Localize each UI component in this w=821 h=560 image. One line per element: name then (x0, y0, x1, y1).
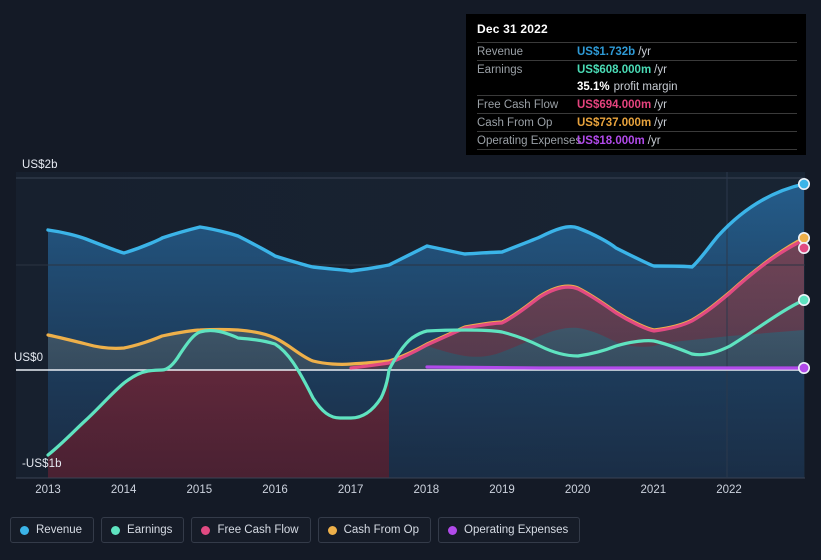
chart-page: US$2b US$0 -US$1b 2013 2014 2015 2016 2017 20… (0, 0, 821, 560)
x-axis-tick-2013: 2013 (35, 484, 61, 496)
tooltip-row-unit: /yr (647, 134, 661, 147)
legend-item-cash-from-op[interactable]: Cash From Op (317, 517, 432, 543)
tooltip-row-unit: /yr (654, 98, 667, 111)
legend-item-label: Operating Expenses (464, 524, 569, 536)
tooltip-date: Dec 31 2022 (477, 22, 548, 36)
tooltip-row-unit: /yr (654, 63, 667, 76)
data-tooltip[interactable]: Dec 31 2022 Revenue US$1.732b/yr Earnings U… (466, 14, 806, 155)
tooltip-row: 35.1% profit margin (477, 78, 797, 95)
x-axis-tick-2022: 2022 (716, 484, 742, 496)
series-line-operating-expenses[interactable] (425, 365, 805, 370)
tooltip-row: Earnings US$608.000m/yr (477, 60, 797, 78)
legend-item-label: Free Cash Flow (217, 524, 299, 536)
tooltip-row: Cash From Op US$737.000m/yr (477, 113, 797, 131)
legend-item-free-cash-flow[interactable]: Free Cash Flow (191, 517, 311, 543)
chart-legend[interactable]: Revenue Earnings Free Cash Flow Cash From O… (10, 517, 581, 543)
x-axis-tick-2020: 2020 (564, 484, 591, 496)
tooltip-row: Operating Expenses US$18.000m/yr (477, 131, 797, 149)
y-axis-label-bottom: -US$1b (22, 458, 62, 470)
tooltip-row-label: Cash From Op (477, 116, 553, 129)
legend-color-dot-icon (20, 525, 29, 535)
x-axis-tick-2014: 2014 (110, 484, 137, 496)
endpoint-cash-from-op[interactable] (797, 232, 810, 245)
tooltip-row-label: Earnings (477, 63, 523, 76)
legend-item-label: Cash From Op (343, 524, 420, 536)
tooltip-row: Revenue US$1.732b/yr (477, 42, 797, 60)
tooltip-row-value: US$1.732b (577, 45, 636, 58)
legend-color-dot-icon (201, 525, 211, 535)
legend-item-revenue[interactable]: Revenue (10, 517, 95, 543)
tooltip-row-unit: /yr (654, 116, 667, 129)
x-axis-tick-2016: 2016 (262, 484, 288, 496)
x-axis-tick-2015: 2015 (186, 484, 213, 496)
y-axis-label-zero: US$0 (14, 352, 44, 364)
legend-item-label: Revenue (36, 524, 83, 536)
tooltip-row-label: Revenue (477, 45, 524, 58)
tooltip-row: Free Cash Flow US$694.000m/yr (477, 95, 797, 113)
y-axis-label-top: US$2b (22, 159, 58, 171)
tooltip-row-value: US$737.000m (577, 116, 652, 129)
tooltip-row-subtext: profit margin (613, 80, 678, 93)
endpoint-operating-expenses[interactable] (797, 361, 810, 374)
tooltip-rows: Revenue US$1.732b/yr Earnings US$608.000m/y… (466, 42, 806, 149)
tooltip-bottom-divider (477, 149, 797, 150)
legend-color-dot-icon (111, 525, 121, 535)
endpoint-revenue[interactable] (797, 178, 810, 191)
endpoint-free-cash-flow[interactable] (797, 242, 810, 255)
legend-item-earnings[interactable]: Earnings (101, 517, 185, 543)
tooltip-row-value: US$608.000m (577, 63, 652, 76)
legend-item-label: Earnings (127, 524, 173, 536)
x-axis-tick-2019: 2019 (489, 484, 515, 496)
tooltip-row-value: US$694.000m (577, 98, 652, 111)
x-axis-tick-2018: 2018 (413, 484, 440, 496)
legend-color-dot-icon (448, 525, 458, 535)
tooltip-row-label: Free Cash Flow (477, 98, 559, 111)
endpoint-earnings[interactable] (797, 293, 810, 306)
tooltip-row-label: Operating Expenses (477, 134, 582, 147)
tooltip-row-value: US$18.000m (577, 134, 645, 147)
x-axis-tick-2021: 2021 (640, 484, 667, 496)
x-axis-tick-2017: 2017 (337, 484, 364, 496)
legend-item-operating-expenses[interactable]: Operating Expenses (438, 517, 581, 543)
legend-color-dot-icon (327, 525, 337, 535)
tooltip-row-unit: /yr (638, 45, 651, 58)
tooltip-row-value: 35.1% (577, 80, 610, 93)
